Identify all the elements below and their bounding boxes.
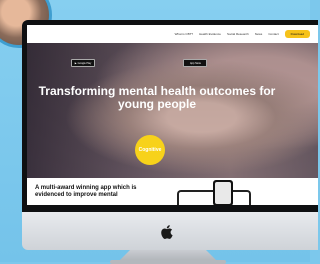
- website-screen: What is CBT? Health Evidence Social Rese…: [27, 25, 318, 205]
- nav-link-health-evidence[interactable]: Health Evidence: [199, 32, 221, 36]
- phone-mockup: [213, 180, 233, 205]
- apple-logo-icon: [161, 225, 173, 240]
- hero-section: ▶ Google Play App Store Transforming men…: [27, 43, 318, 178]
- imac-monitor: What is CBT? Health Evidence Social Rese…: [22, 20, 318, 264]
- monitor-stand-base: [110, 260, 226, 264]
- cta-badge[interactable]: Cognitive: [135, 135, 165, 165]
- google-play-badge[interactable]: ▶ Google Play: [71, 59, 95, 67]
- nav-link-contact[interactable]: Contact: [268, 32, 278, 36]
- nav-link-social-research[interactable]: Social Research: [227, 32, 249, 36]
- app-store-label: App Store: [189, 61, 202, 65]
- screen-bezel: What is CBT? Health Evidence Social Rese…: [22, 20, 318, 212]
- info-heading: A multi-award winning app which is evide…: [35, 185, 137, 198]
- app-store-badge[interactable]: App Store: [183, 59, 207, 67]
- google-play-label: Google Play: [77, 61, 92, 65]
- google-play-icon: ▶: [74, 61, 77, 65]
- nav-link-what-is-cbt[interactable]: What is CBT?: [175, 32, 194, 36]
- info-section: A multi-award winning app which is evide…: [27, 178, 318, 205]
- site-navbar: What is CBT? Health Evidence Social Rese…: [27, 25, 318, 43]
- nav-link-news[interactable]: News: [255, 32, 263, 36]
- hero-title: Transforming mental health outcomes for …: [38, 84, 276, 111]
- download-button[interactable]: Download: [284, 30, 310, 38]
- monitor-chin: [22, 212, 318, 250]
